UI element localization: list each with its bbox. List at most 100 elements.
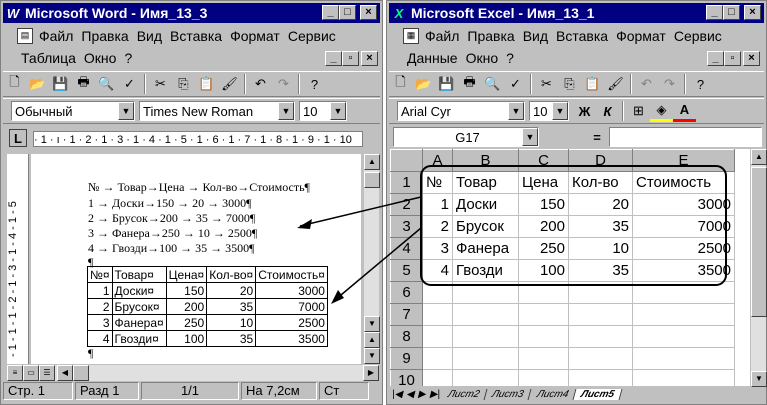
close-button[interactable]: × (360, 5, 377, 20)
preview-icon[interactable]: 🔍 (481, 73, 504, 95)
cell[interactable]: Стоимость (632, 171, 735, 194)
preview-icon[interactable]: 🔍 (95, 73, 118, 95)
help-icon[interactable]: ? (689, 73, 712, 95)
sheet-tab[interactable]: Лист2 (440, 388, 488, 400)
cell[interactable] (422, 303, 453, 326)
undo-icon[interactable]: ↶ (249, 73, 272, 95)
chevron-down-icon[interactable]: ▼ (522, 128, 538, 146)
cell[interactable] (632, 325, 735, 348)
cell[interactable]: Цена (518, 171, 569, 194)
menu-edit[interactable]: Правка (77, 25, 132, 47)
cell[interactable]: 7000 (632, 215, 735, 238)
minimize-button[interactable]: _ (322, 5, 339, 20)
cut-icon[interactable]: ✂ (535, 73, 558, 95)
column-header[interactable]: A (422, 149, 453, 172)
workbook-icon[interactable]: ▦ (403, 28, 419, 44)
cell[interactable] (518, 347, 569, 370)
scroll-thumb[interactable] (73, 365, 89, 381)
cell[interactable] (568, 369, 633, 387)
horizontal-ruler[interactable]: L · 1 · ı · 1 · 2 · 1 · 3 · 1 · 4 · 1 · … (5, 128, 378, 150)
scroll-thumb[interactable] (751, 167, 767, 317)
scroll-up-icon[interactable]: ▲ (364, 154, 380, 170)
menu-file[interactable]: Файл (35, 25, 77, 47)
document-icon[interactable]: ▤ (17, 28, 33, 44)
cell[interactable] (422, 281, 453, 304)
menu-table[interactable]: Таблица (17, 47, 80, 69)
cell[interactable]: Фанера (452, 237, 519, 260)
cell[interactable] (632, 281, 735, 304)
cell[interactable] (452, 281, 519, 304)
cell[interactable]: 3 (422, 237, 453, 260)
style-combo[interactable]: Обычный ▼ (11, 101, 135, 121)
cell[interactable] (422, 347, 453, 370)
open-icon[interactable]: 📂 (26, 73, 49, 95)
close-button[interactable]: × (744, 5, 761, 20)
cell[interactable]: 150 (518, 193, 569, 216)
spreadsheet-grid[interactable]: A B C D E 1 № Товар Цена Кол-во Стоимост… (390, 149, 750, 387)
menu-window[interactable]: Окно (462, 47, 503, 69)
menu-insert[interactable]: Вставка (552, 25, 612, 47)
view-normal-icon[interactable]: ≡ (7, 365, 23, 381)
cell[interactable]: 100 (518, 259, 569, 282)
format-painter-icon[interactable]: 🖌 (604, 73, 627, 95)
scroll-up-icon[interactable]: ▲ (751, 149, 767, 165)
equals-button[interactable]: = (585, 130, 609, 145)
cell[interactable]: 10 (568, 237, 633, 260)
save-icon[interactable]: 💾 (435, 73, 458, 95)
cell[interactable]: 2 (422, 215, 453, 238)
cell[interactable]: Гвозди (452, 259, 519, 282)
cell[interactable]: 35 (568, 215, 633, 238)
new-icon[interactable]: 🗋 (3, 73, 26, 95)
size-combo[interactable]: 10 ▼ (529, 101, 569, 121)
cell[interactable] (422, 325, 453, 348)
cell[interactable] (568, 347, 633, 370)
sheet-tab[interactable]: Лист4 (529, 388, 577, 400)
doc-minimize-button[interactable]: _ (707, 51, 724, 66)
cell[interactable] (452, 347, 519, 370)
row-header[interactable]: 3 (390, 215, 423, 238)
menu-insert[interactable]: Вставка (166, 25, 226, 47)
copy-icon[interactable]: ⎘ (558, 73, 581, 95)
cell[interactable]: 20 (568, 193, 633, 216)
row-header[interactable]: 8 (390, 325, 423, 348)
font-color-button[interactable]: A (673, 100, 696, 122)
cell[interactable] (518, 369, 569, 387)
spelling-icon[interactable]: ✓ (118, 73, 141, 95)
sheet-tab-active[interactable]: Лист5 (573, 388, 623, 400)
cell[interactable]: 4 (422, 259, 453, 282)
italic-button[interactable]: К (596, 100, 619, 122)
row-header[interactable]: 6 (390, 281, 423, 304)
cell[interactable]: 200 (518, 215, 569, 238)
font-combo[interactable]: Arial Cyr ▼ (397, 101, 525, 121)
maximize-button[interactable]: □ (723, 5, 740, 20)
excel-vertical-scrollbar[interactable]: ▲ ▼ (750, 149, 767, 387)
doc-restore-button[interactable]: ▫ (342, 51, 359, 66)
cell[interactable] (452, 369, 519, 387)
name-box[interactable]: G17 ▼ (393, 127, 539, 147)
chevron-down-icon[interactable]: ▼ (118, 102, 134, 120)
size-combo[interactable]: 10 ▼ (299, 101, 347, 121)
menu-edit[interactable]: Правка (463, 25, 518, 47)
borders-icon[interactable]: ⊞ (627, 100, 650, 122)
maximize-button[interactable]: □ (339, 5, 356, 20)
redo-icon[interactable]: ↷ (658, 73, 681, 95)
cell[interactable]: Кол-во (568, 171, 633, 194)
doc-restore-button[interactable]: ▫ (724, 51, 741, 66)
cell[interactable] (632, 347, 735, 370)
cell[interactable] (518, 303, 569, 326)
prev-page-icon[interactable]: ▲ (364, 332, 380, 348)
print-icon[interactable]: 🖶 (458, 73, 481, 95)
row-header[interactable]: 5 (390, 259, 423, 282)
column-header[interactable]: B (452, 149, 519, 172)
menu-format[interactable]: Формат (612, 25, 670, 47)
view-outline-icon[interactable]: ☰ (39, 365, 55, 381)
cell[interactable]: 3000 (632, 193, 735, 216)
cell[interactable] (518, 325, 569, 348)
spreadsheet-table[interactable]: A B C D E 1 № Товар Цена Кол-во Стоимост… (390, 149, 735, 387)
menu-data[interactable]: Данные (403, 47, 462, 69)
menu-help[interactable]: ? (120, 47, 136, 69)
menu-view[interactable]: Вид (133, 25, 166, 47)
chevron-down-icon[interactable]: ▼ (508, 102, 524, 120)
row-header[interactable]: 1 (390, 171, 423, 194)
tab-selector-icon[interactable]: L (9, 129, 27, 147)
